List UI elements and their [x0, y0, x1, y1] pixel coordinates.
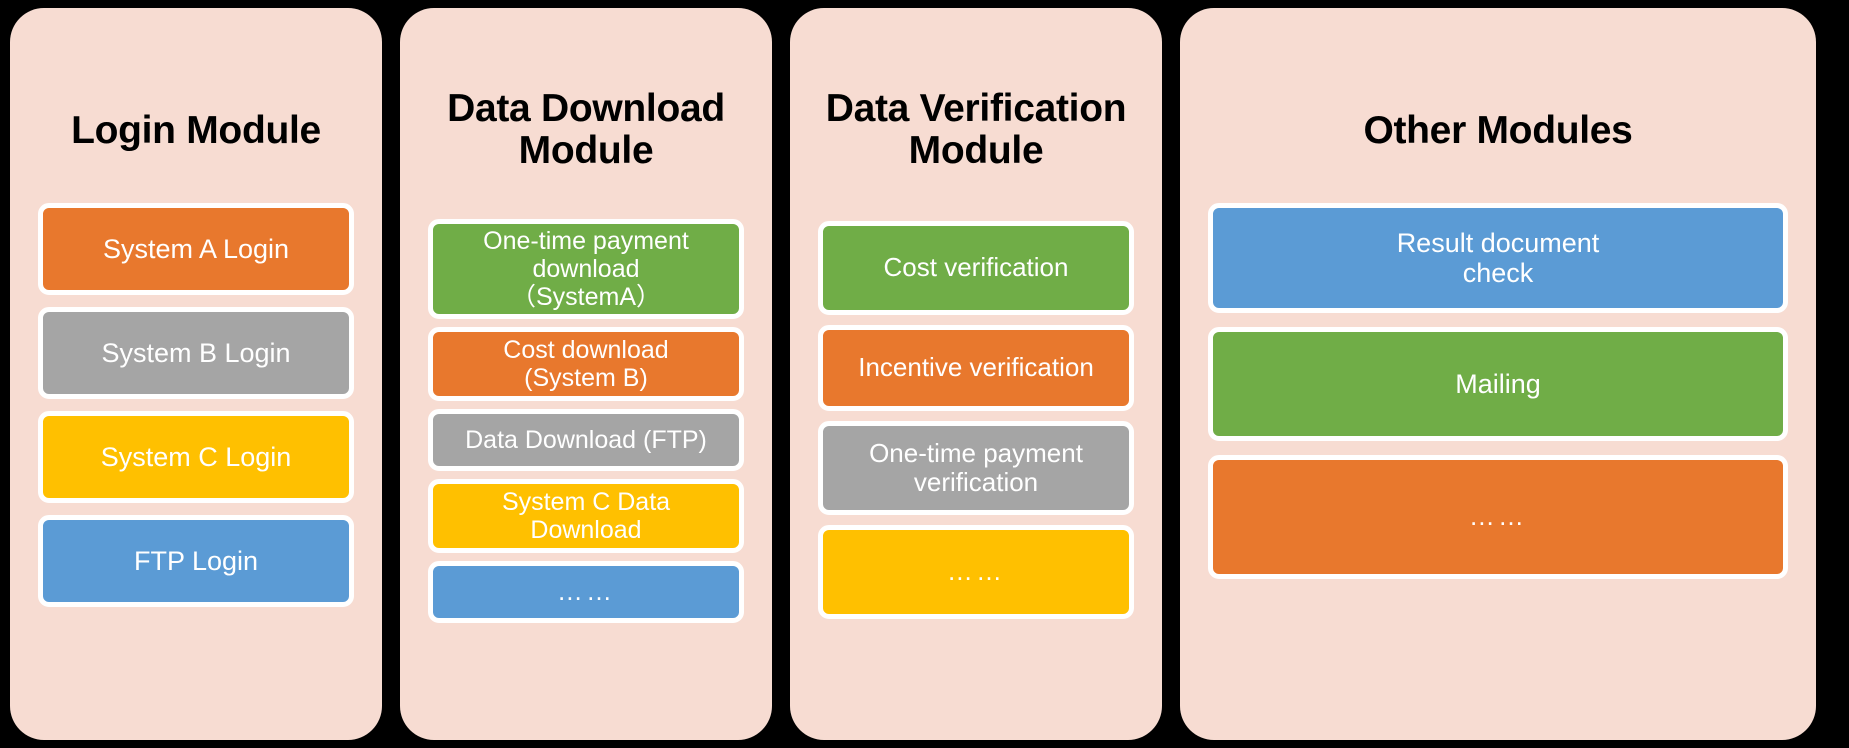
module-item-data-download-ftp[interactable]: Data Download (FTP)	[428, 408, 744, 471]
panel-other-modules: Other Modules Result document check Mail…	[1180, 8, 1816, 740]
module-item-ftp-login[interactable]: FTP Login	[38, 514, 354, 607]
module-item-system-c-data-download[interactable]: System C Data Download	[428, 478, 744, 553]
panel-items-data-download-module: One-time payment download （SystemA） Cost…	[428, 218, 744, 714]
module-item-label: System C Login	[100, 441, 292, 472]
module-item-label: ……	[946, 556, 1006, 587]
module-item-label: One-time payment download （SystemA）	[483, 226, 689, 311]
panel-items-other-modules: Result document check Mailing ……	[1208, 202, 1788, 714]
panel-title-data-download-module: Data Download Module	[447, 87, 725, 173]
module-item-system-b-login[interactable]: System B Login	[38, 306, 354, 399]
module-item-label: System B Login	[101, 337, 291, 368]
panel-data-download-module: Data Download Module One-time payment do…	[400, 8, 772, 740]
module-item-result-document-check[interactable]: Result document check	[1208, 202, 1788, 313]
module-item-label: ……	[556, 576, 616, 607]
module-item-one-time-payment-verification[interactable]: One-time payment verification	[818, 420, 1134, 515]
module-item-cost-verification[interactable]: Cost verification	[818, 220, 1134, 315]
panel-title-other-modules: Other Modules	[1363, 109, 1633, 153]
module-item-more-download[interactable]: ……	[428, 560, 744, 623]
module-item-more-other[interactable]: ……	[1208, 454, 1788, 579]
module-item-incentive-verification[interactable]: Incentive verification	[818, 324, 1134, 411]
module-item-label: FTP Login	[133, 545, 259, 576]
module-item-more-verification[interactable]: ……	[818, 524, 1134, 619]
module-item-mailing[interactable]: Mailing	[1208, 326, 1788, 441]
panel-login-module: Login Module System A Login System B Log…	[10, 8, 382, 740]
module-item-label: System A Login	[102, 233, 290, 264]
module-item-label: Incentive verification	[858, 352, 1094, 383]
module-item-label: Data Download (FTP)	[465, 425, 707, 454]
panel-items-data-verification-module: Cost verification Incentive verification…	[818, 220, 1134, 714]
module-item-system-a-login[interactable]: System A Login	[38, 202, 354, 295]
module-item-label: Result document check	[1396, 227, 1600, 288]
module-diagram: Login Module System A Login System B Log…	[0, 0, 1849, 748]
panel-title-data-verification-module: Data Verification Module	[825, 87, 1127, 173]
module-item-label: Mailing	[1455, 368, 1541, 399]
panel-title-login-module: Login Module	[71, 109, 321, 153]
panel-items-login-module: System A Login System B Login System C L…	[38, 202, 354, 714]
module-item-label: One-time payment verification	[869, 437, 1083, 497]
module-item-label: Cost download (System B)	[503, 335, 669, 392]
module-item-label: Cost verification	[883, 252, 1069, 283]
module-item-cost-download[interactable]: Cost download (System B)	[428, 326, 744, 401]
module-item-label: ……	[1468, 501, 1528, 532]
module-item-one-time-payment-download[interactable]: One-time payment download （SystemA）	[428, 218, 744, 319]
module-item-system-c-login[interactable]: System C Login	[38, 410, 354, 503]
panel-data-verification-module: Data Verification Module Cost verificati…	[790, 8, 1162, 740]
module-item-label: System C Data Download	[501, 487, 671, 544]
